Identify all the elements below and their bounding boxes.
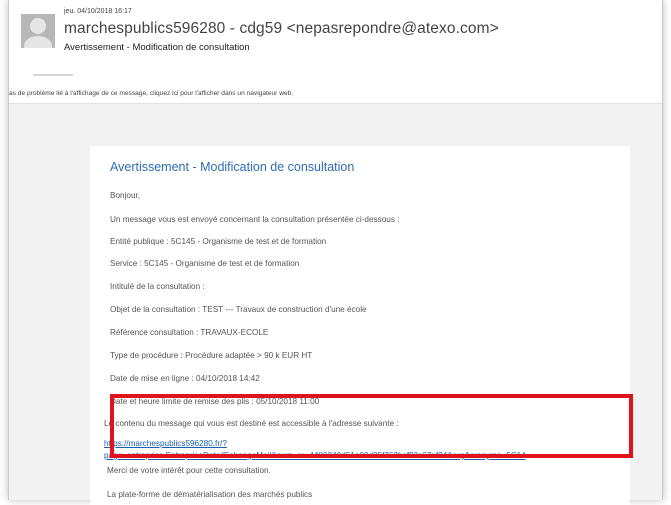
sender-avatar [21, 14, 55, 48]
mise-en-ligne-text: Date de mise en ligne : 04/10/2018 14:42 [110, 374, 260, 383]
objet-text: Objet de la consultation : TEST --- Trav… [110, 305, 367, 314]
reference-text: Référence consultation : TRAVAUX-ECOLE [110, 328, 269, 337]
consultation-link-line-1[interactable]: https://marchespublics596280.fr/? [104, 439, 227, 448]
email-card: Avertissement - Modification de consulta… [90, 146, 630, 505]
intitule-text: Intitulé de la consultation : [110, 282, 205, 291]
email-date: jeu. 04/10/2018 16:17 [64, 8, 132, 15]
signature-text: La plate-forme de dématérialisation des … [107, 490, 313, 499]
greeting-text: Bonjour, [110, 191, 141, 200]
avatar-head-shape [30, 18, 46, 34]
service-text: Service : 5C145 - Organisme de test et d… [110, 259, 300, 268]
consultation-link-line-2[interactable]: page=entreprise.EntrepriseDetailEchangeM… [104, 451, 526, 460]
email-title: Avertissement - Modification de consulta… [110, 160, 355, 174]
faded-divider [33, 74, 73, 76]
date-limite-text: Date et heure limite de remise des plis … [110, 397, 320, 406]
entite-publique-text: Entité publique : 5C145 - Organisme de t… [110, 237, 327, 246]
merci-text: Merci de votre intérêt pour cette consul… [107, 466, 271, 475]
info-bar[interactable]: as de problème lié à l'affichage de ce m… [9, 90, 662, 97]
email-sender[interactable]: marchespublics596280 - cdg59 <nepasrepon… [64, 20, 499, 38]
contenu-text: Le contenu du message qui vous est desti… [104, 419, 399, 428]
intro-text: Un message vous est envoyé concernant la… [110, 215, 400, 224]
procedure-text: Type de procédure : Procédure adaptée > … [110, 351, 313, 360]
email-subject: Avertissement - Modification de consulta… [64, 42, 250, 53]
avatar-body-shape [24, 36, 52, 48]
